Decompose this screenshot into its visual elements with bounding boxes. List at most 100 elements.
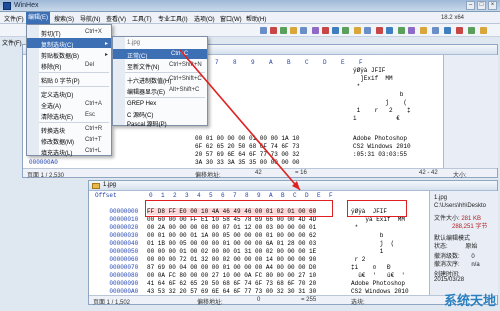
maximize-button[interactable]: □ xyxy=(477,1,486,10)
menu-file[interactable]: 文件(F) xyxy=(2,14,26,23)
menu-item-copy-block[interactable]: 复制选块(C) ▸ xyxy=(27,38,111,49)
ascii-cell[interactable]: ÿØÿà JFIF xyxy=(353,67,385,75)
selection-range: 42 - 42 xyxy=(419,170,438,176)
menu-help[interactable]: 帮助(H) xyxy=(244,14,268,23)
ascii-cell[interactable]: :05:31 03:03:55 xyxy=(353,151,407,159)
menu-specialist[interactable]: 专业工具(I) xyxy=(156,14,190,23)
menu-tools[interactable]: 工具(T) xyxy=(130,14,154,23)
info-created-value: 2015/03/28 xyxy=(434,277,465,283)
top-status-bar: 页面 1 / 2,530 偏移地址: 42 = 16 42 - 42 大小: xyxy=(23,168,497,179)
ascii-cell[interactable]: i € xyxy=(353,115,400,123)
toolbar-icon[interactable] xyxy=(432,27,439,34)
size-label: 大小: xyxy=(453,173,467,179)
page-indicator: 页面 1 / 2,530 xyxy=(27,173,65,179)
hex-cells[interactable]: 3A 30 33 3A 35 35 00 00 00 00 xyxy=(195,159,299,167)
toolbar-icon[interactable] xyxy=(312,27,319,34)
ascii-cell[interactable]: ]Exif MM xyxy=(353,75,392,83)
menu-separator xyxy=(39,86,109,87)
menu-bar: 文件(F) 编辑(E) 搜索(S) 导航(N) 查看(V) 工具(T) 专业工具… xyxy=(0,12,500,24)
toolbar-icon[interactable] xyxy=(354,27,361,34)
menu-edit[interactable]: 编辑(E) xyxy=(26,12,50,24)
menu-item-clipboard-data[interactable]: 剪贴板数据(B) ▸ xyxy=(27,49,111,60)
ascii-cell[interactable]: j ( xyxy=(353,99,407,107)
toolbar-icon[interactable] xyxy=(420,27,427,34)
bottom-status-bar: 页面 1 / 1,502 偏移地址: 0 = 255 选块: xyxy=(89,295,497,306)
toolbar-icon[interactable] xyxy=(322,27,329,34)
window-controls: – □ × xyxy=(464,1,497,10)
menu-item-fill-block[interactable]: 填充选块(L) Ctrl+L xyxy=(27,146,111,157)
toolbar-icon[interactable] xyxy=(408,27,415,34)
menu-item-copy-editor-display[interactable]: 编辑器显示(E) Alt+Shift+C xyxy=(113,85,207,96)
toolbar-icon[interactable] xyxy=(386,27,393,34)
ascii-cell[interactable]: 1 r 2 ‡ xyxy=(353,107,411,115)
menu-item-copy-new-file[interactable]: 至新文件(N) Ctrl+Shift+N xyxy=(113,60,207,71)
hex-cells[interactable]: 43 53 32 20 57 69 6E 64 6F 77 73 00 32 3… xyxy=(147,288,316,295)
bottom-panel-title: 1.jpg xyxy=(89,181,497,191)
ascii-cell[interactable]: b xyxy=(353,91,404,99)
title-bar: WinHex – □ × xyxy=(0,0,500,12)
hex-cells[interactable]: 20 57 69 6E 64 6F 77 73 00 32 xyxy=(195,151,299,159)
menu-window[interactable]: 窗口(W) xyxy=(218,14,244,23)
menu-item-copy-normal[interactable]: 正常(C) Ctrl+C xyxy=(113,49,207,60)
menu-item-remove[interactable]: 移除(R) Del xyxy=(27,60,111,71)
menu-separator xyxy=(39,122,109,123)
ascii-cell[interactable]: CS2 Windows 2010 xyxy=(353,143,411,151)
toolbar-icon[interactable] xyxy=(376,27,383,34)
menu-separator xyxy=(125,72,205,73)
byte-value: = 16 xyxy=(295,170,307,176)
menu-view[interactable]: 查看(V) xyxy=(104,14,128,23)
toolbar-icon[interactable] xyxy=(290,27,297,34)
info-undo-order: 撤消次序: n/a xyxy=(434,262,480,268)
menu-item-paste-zero[interactable]: 粘贴 0 字节(P) xyxy=(27,74,111,85)
menu-item-convert[interactable]: 转换选块 Ctrl+R xyxy=(27,124,111,135)
file-tab-label[interactable]: 文件(F) xyxy=(2,38,22,47)
ascii-cell[interactable]: CS2 Windows 2010 xyxy=(351,288,409,295)
copy-submenu: 1.jpg 正常(C) Ctrl+C 至新文件(N) Ctrl+Shift+N 十六… xyxy=(112,36,208,128)
menu-item-clear-block[interactable]: 清除选块(E) Esc xyxy=(27,110,111,121)
info-path: C:\Users\hh\Deskto xyxy=(434,203,487,209)
toolbar-icon[interactable] xyxy=(270,27,277,34)
toolbar-icon[interactable] xyxy=(260,27,267,34)
window-title: WinHex xyxy=(14,2,39,9)
offset-value: 0 xyxy=(257,297,261,303)
hex-cells[interactable]: 6F 62 65 20 50 68 6F 74 6F 73 xyxy=(195,143,299,151)
file-tab[interactable]: 1.jpg xyxy=(103,182,116,188)
menu-search[interactable]: 搜索(S) xyxy=(52,14,76,23)
offset-label: 偏移地址: xyxy=(195,173,221,179)
menu-item-copy-hex[interactable]: 十六进制数值(H) Ctrl+Shift+C xyxy=(113,74,207,85)
menu-item-cut[interactable]: 剪切(T) Ctrl+X xyxy=(27,27,111,38)
toolbar-icon[interactable] xyxy=(364,27,371,34)
toolbar-icon[interactable] xyxy=(468,27,475,34)
selection-highlight-ascii xyxy=(347,200,407,217)
info-size-bytes: 288,251 字节 xyxy=(452,224,488,230)
offset-value: 42 xyxy=(255,170,262,176)
selection-highlight-hex xyxy=(145,200,333,217)
menu-options[interactable]: 选项(O) xyxy=(192,14,217,23)
menu-separator xyxy=(39,72,109,73)
menu-item-modify-data[interactable]: 修改数据(M) Ctrl+T xyxy=(27,135,111,146)
menu-item-select-all[interactable]: 全选(A) Ctrl+A xyxy=(27,99,111,110)
ascii-cell[interactable]: * xyxy=(353,83,361,91)
menu-item-define-block[interactable]: 定义选块(D) xyxy=(27,88,111,99)
menu-navigate[interactable]: 导航(N) xyxy=(78,14,102,23)
file-info-pane: 1.jpg C:\Users\hh\Deskto 文件大小: 281 KB 28… xyxy=(429,191,498,295)
minimize-button[interactable]: – xyxy=(466,1,475,10)
toolbar-icon[interactable] xyxy=(398,27,405,34)
hex-cells[interactable]: 00 01 00 00 00 01 00 00 1A 10 xyxy=(195,135,299,143)
menu-item-pascal-source[interactable]: Pascal 源码(P) xyxy=(113,117,207,128)
toolbar-icon[interactable] xyxy=(342,27,349,34)
top-info-pane xyxy=(443,55,498,168)
menu-separator xyxy=(125,97,205,98)
close-button[interactable]: × xyxy=(488,1,497,10)
ascii-cell[interactable]: Adobe Photoshop xyxy=(353,135,407,143)
offset-label: 偏移地址: xyxy=(197,300,223,306)
toolbar-icon[interactable] xyxy=(300,27,307,34)
toolbar-icon[interactable] xyxy=(480,27,487,34)
byte-value: = 255 xyxy=(301,297,317,303)
submenu-arrow-icon: ▸ xyxy=(105,52,109,58)
toolbar-icon[interactable] xyxy=(280,27,287,34)
toolbar-icon[interactable] xyxy=(332,27,339,34)
toolbar-icon[interactable] xyxy=(444,27,451,34)
submenu-arrow-icon: ▸ xyxy=(105,41,109,47)
toolbar-icon[interactable] xyxy=(456,27,463,34)
